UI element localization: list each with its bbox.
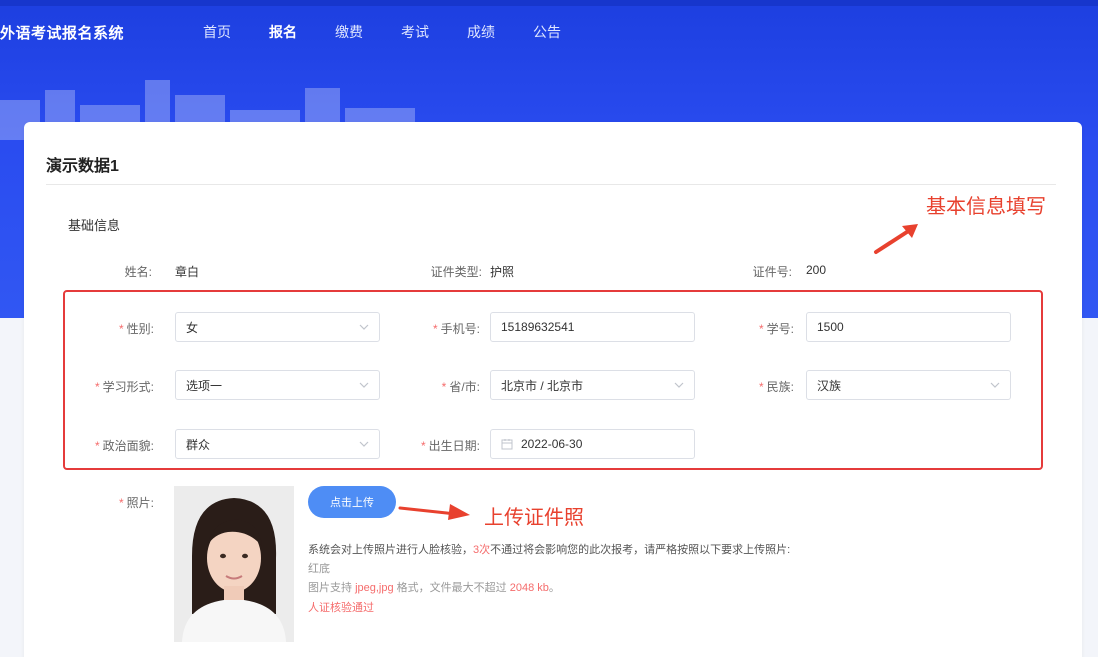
id-number-label: 证件号: bbox=[752, 265, 792, 279]
nav-exam[interactable]: 考试 bbox=[401, 22, 429, 42]
ethnicity-label: * 民族: bbox=[758, 380, 794, 394]
political-status-select[interactable]: 群众 bbox=[175, 429, 380, 459]
study-mode-label: * 学习形式: bbox=[94, 380, 154, 394]
political-status-label: * 政治面貌: bbox=[94, 439, 154, 453]
calendar-icon bbox=[501, 439, 513, 450]
card-title: 演示数据1 bbox=[46, 158, 119, 175]
birth-date-label: * 出生日期: bbox=[420, 439, 480, 453]
top-nav: 首页 报名 缴费 考试 成绩 公告 bbox=[203, 22, 599, 42]
annotation-basic-info: 基本信息填写 bbox=[926, 196, 1046, 218]
divider bbox=[46, 184, 1056, 185]
top-strip bbox=[0, 0, 1098, 6]
province-label: * 省/市: bbox=[441, 380, 480, 394]
upload-button[interactable]: 点击上传 bbox=[308, 486, 396, 518]
annotation-arrow-icon bbox=[874, 224, 918, 254]
student-number-input[interactable]: 1500 bbox=[806, 312, 1011, 342]
name-value: 章白 bbox=[175, 265, 200, 279]
id-photo-image bbox=[174, 486, 294, 642]
gender-select[interactable]: 女 bbox=[175, 312, 380, 342]
background-requirement: 红底 bbox=[308, 563, 330, 575]
page: 外语考试报名系统 首页 报名 缴费 考试 成绩 公告 演示数据1 基础信息 基本… bbox=[0, 0, 1098, 657]
annotation-arrow-icon bbox=[398, 504, 470, 520]
chevron-down-icon bbox=[990, 382, 1000, 388]
section-title: 基础信息 bbox=[68, 218, 121, 233]
photo-label: * 照片: bbox=[118, 496, 154, 510]
name-label: 姓名: bbox=[124, 265, 152, 279]
phone-label: * 手机号: bbox=[432, 322, 480, 336]
nav-register[interactable]: 报名 bbox=[269, 22, 297, 42]
face-check-notice: 系统会对上传照片进行人脸核验，3次不通过将会影响您的此次报考，请严格按照以下要求… bbox=[308, 544, 791, 556]
app-brand: 外语考试报名系统 bbox=[0, 25, 125, 42]
student-number-label: * 学号: bbox=[758, 322, 794, 336]
nav-payment[interactable]: 缴费 bbox=[335, 22, 363, 42]
verification-status: 人证核验通过 bbox=[308, 602, 374, 614]
id-type-label: 证件类型: bbox=[430, 265, 482, 279]
study-mode-select[interactable]: 选项一 bbox=[175, 370, 380, 400]
nav-score[interactable]: 成绩 bbox=[467, 22, 495, 42]
nav-notice[interactable]: 公告 bbox=[533, 22, 561, 42]
phone-input[interactable]: 15189632541 bbox=[490, 312, 695, 342]
nav-home[interactable]: 首页 bbox=[203, 22, 231, 42]
format-requirement: 图片支持 jpeg,jpg 格式，文件最大不超过 2048 kb。 bbox=[308, 582, 560, 594]
annotation-upload-photo: 上传证件照 bbox=[484, 507, 584, 529]
ethnicity-select[interactable]: 汉族 bbox=[806, 370, 1011, 400]
registration-card: 演示数据1 基础信息 基本信息填写 姓名: 章白 证件类型: 护照 证件号: 2… bbox=[24, 122, 1082, 657]
id-number-value: 200 bbox=[806, 263, 827, 277]
province-city-select[interactable]: 北京市 / 北京市 bbox=[490, 370, 695, 400]
id-type-value: 护照 bbox=[490, 265, 515, 279]
birth-date-picker[interactable]: 2022-06-30 bbox=[490, 429, 695, 459]
gender-label: * 性别: bbox=[118, 322, 154, 336]
